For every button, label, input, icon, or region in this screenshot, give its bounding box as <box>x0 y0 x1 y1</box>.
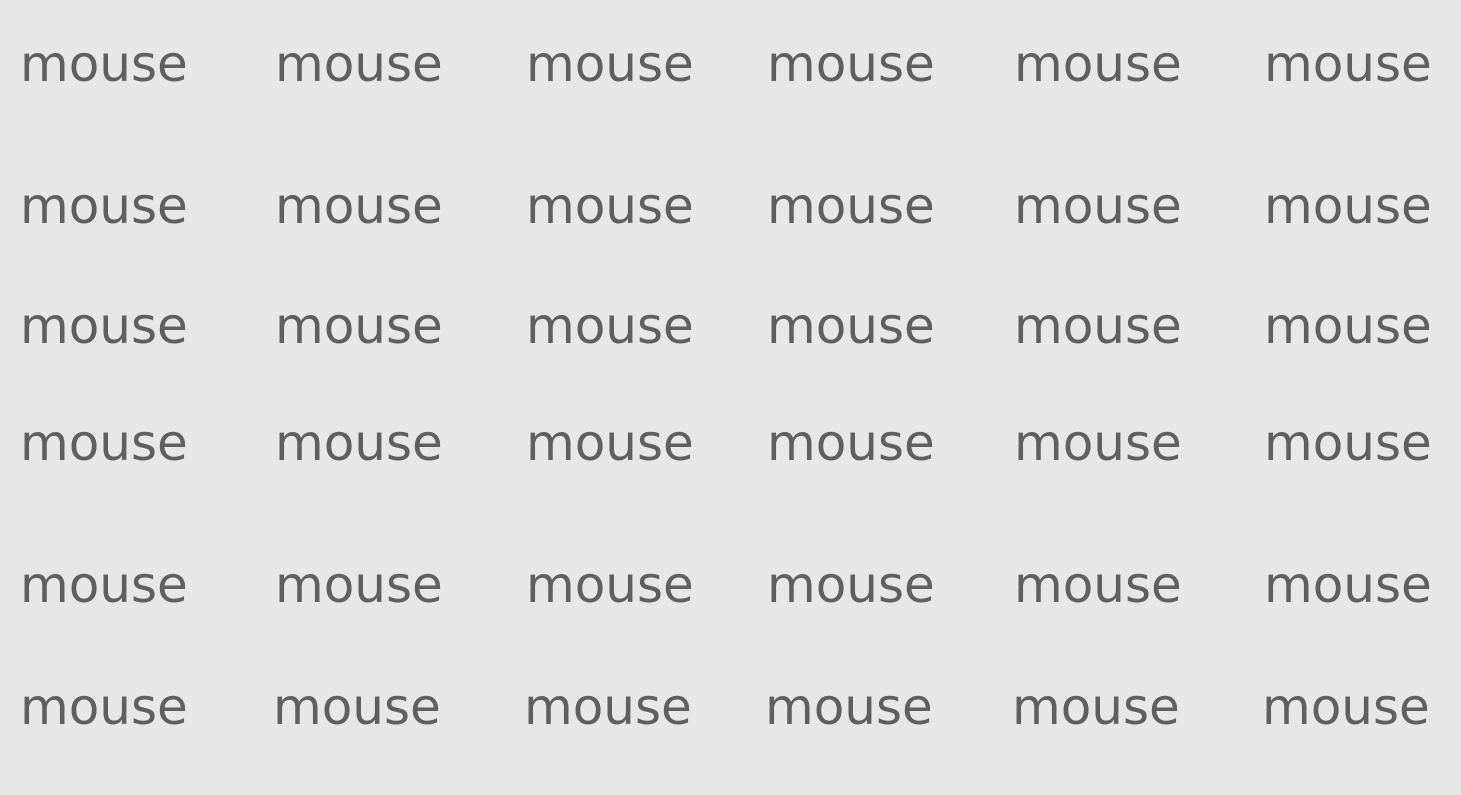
word-r3-c3: mouse <box>526 297 694 355</box>
word-r3-c6: mouse <box>1264 297 1432 355</box>
word-r5-c1: mouse <box>20 556 188 614</box>
word-r2-c2: mouse <box>275 177 443 235</box>
word-r5-c3: mouse <box>526 556 694 614</box>
word-r5-c5: mouse <box>1014 556 1182 614</box>
word-r3-c4: mouse <box>767 297 935 355</box>
word-r6-c3: mouse <box>524 678 692 736</box>
word-r4-c1: mouse <box>20 414 188 472</box>
word-r1-c5: mouse <box>1014 35 1182 93</box>
word-r2-c5: mouse <box>1014 177 1182 235</box>
word-r6-c4: mouse <box>765 678 933 736</box>
word-r4-c5: mouse <box>1014 414 1182 472</box>
word-r3-c5: mouse <box>1014 297 1182 355</box>
word-r4-c2: mouse <box>275 414 443 472</box>
word-r6-c2: mouse <box>273 678 441 736</box>
word-r6-c6: mouse <box>1262 678 1430 736</box>
word-r4-c6: mouse <box>1264 414 1432 472</box>
word-r1-c6: mouse <box>1264 35 1432 93</box>
word-r1-c3: mouse <box>526 35 694 93</box>
word-r4-c3: mouse <box>526 414 694 472</box>
word-r6-c1: mouse <box>20 678 188 736</box>
word-r2-c4: mouse <box>767 177 935 235</box>
word-r4-c4: mouse <box>767 414 935 472</box>
word-r6-c5: mouse <box>1012 678 1180 736</box>
word-r5-c2: mouse <box>275 556 443 614</box>
word-r2-c1: mouse <box>20 177 188 235</box>
word-r2-c3: mouse <box>526 177 694 235</box>
word-r3-c2: mouse <box>275 297 443 355</box>
word-r3-c1: mouse <box>20 297 188 355</box>
word-grid: mouse mouse mouse mouse mouse mouse mous… <box>0 0 1461 795</box>
word-r2-c6: mouse <box>1264 177 1432 235</box>
word-r1-c2: mouse <box>275 35 443 93</box>
word-r1-c4: mouse <box>767 35 935 93</box>
word-r1-c1: mouse <box>20 35 188 93</box>
word-r5-c6: mouse <box>1264 556 1432 614</box>
word-r5-c4: mouse <box>767 556 935 614</box>
